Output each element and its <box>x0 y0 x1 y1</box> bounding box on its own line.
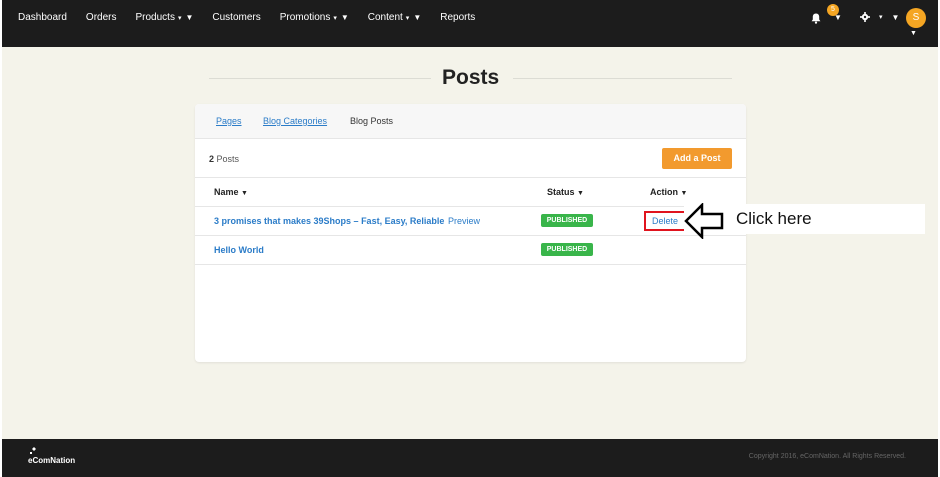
arrow-left-icon <box>684 203 724 239</box>
caret-down-icon: ▾ <box>879 14 883 21</box>
post-title-link[interactable]: Hello World <box>214 245 264 255</box>
page-title: Posts <box>442 66 500 89</box>
callout-text: Click here <box>736 209 812 228</box>
column-status-header[interactable]: Status ▼ <box>547 187 584 197</box>
tab-blog-categories[interactable]: Blog Categories <box>263 116 327 126</box>
sort-down-icon: ▼ <box>680 190 688 197</box>
footer-logo: eComNation <box>28 456 76 465</box>
table-header: Name ▼ Status ▼ Action ▼ <box>195 177 746 207</box>
add-post-button[interactable]: Add a Post <box>662 148 732 169</box>
caret-down-icon: ▾ <box>177 14 182 22</box>
nav-products[interactable]: Products ▾ ▼ <box>135 12 193 23</box>
chevron-down-icon: ▼ <box>340 13 349 22</box>
title-divider-left <box>209 78 431 79</box>
column-action-header[interactable]: Action ▼ <box>650 187 687 197</box>
title-divider-right <box>513 78 732 79</box>
main-nav: Dashboard Orders Products ▾ ▼ Customers Pr… <box>18 12 494 23</box>
column-name-header[interactable]: Name ▼ <box>214 187 248 197</box>
chevron-down-icon: ▼ <box>834 13 842 22</box>
caret-down-icon: ▾ <box>405 14 410 22</box>
posts-count: 2 Posts <box>209 154 239 164</box>
chevron-down-icon: ▼ <box>185 13 194 22</box>
footer: eComNation Copyright 2016, eComNation. A… <box>2 439 938 477</box>
tab-blog-posts[interactable]: Blog Posts <box>350 116 393 126</box>
gear-icon <box>860 12 870 22</box>
nav-orders[interactable]: Orders <box>86 12 117 23</box>
posts-count-label: Posts <box>216 154 240 164</box>
chevron-down-icon[interactable]: ▼ <box>910 30 917 37</box>
copyright-text: Copyright 2016, eComNation. All Rights R… <box>748 453 906 460</box>
tab-pages[interactable]: Pages <box>216 116 242 126</box>
posts-count-number: 2 <box>209 154 215 164</box>
chevron-down-icon: ▼ <box>891 12 900 22</box>
post-title-link[interactable]: 3 promises that makes 39Shops – Fast, Ea… <box>214 216 444 226</box>
nav-customers[interactable]: Customers <box>212 12 260 23</box>
sort-down-icon: ▼ <box>577 190 584 197</box>
status-badge: PUBLISHED <box>541 214 593 227</box>
status-badge: PUBLISHED <box>541 243 593 256</box>
nav-reports[interactable]: Reports <box>440 12 475 23</box>
table-row: Hello World PUBLISHED <box>195 236 746 265</box>
posts-card: Pages Blog Categories Blog Posts 2 Posts… <box>195 104 746 362</box>
delete-link[interactable]: Delete <box>644 211 686 231</box>
settings-menu-button[interactable]: ▾ ▼ <box>860 12 904 22</box>
content-tabs: Pages Blog Categories Blog Posts <box>195 104 746 139</box>
nav-content[interactable]: Content ▾ ▼ <box>368 12 421 23</box>
top-navbar: Dashboard Orders Products ▾ ▼ Customers Pr… <box>2 0 938 47</box>
notifications-button[interactable]: 5 ▼ <box>811 4 845 28</box>
sort-down-icon: ▼ <box>241 190 248 197</box>
chevron-down-icon: ▼ <box>413 13 422 22</box>
bell-icon <box>811 13 821 24</box>
nav-dashboard[interactable]: Dashboard <box>18 12 67 23</box>
caret-down-icon: ▾ <box>333 14 337 22</box>
table-row: 3 promises that makes 39Shops – Fast, Ea… <box>195 207 746 236</box>
preview-link[interactable]: Preview <box>448 216 480 226</box>
user-avatar[interactable]: S <box>906 8 926 28</box>
nav-promotions[interactable]: Promotions ▾ ▼ <box>280 12 349 23</box>
main-content: Posts Pages Blog Categories Blog Posts 2… <box>2 47 938 439</box>
